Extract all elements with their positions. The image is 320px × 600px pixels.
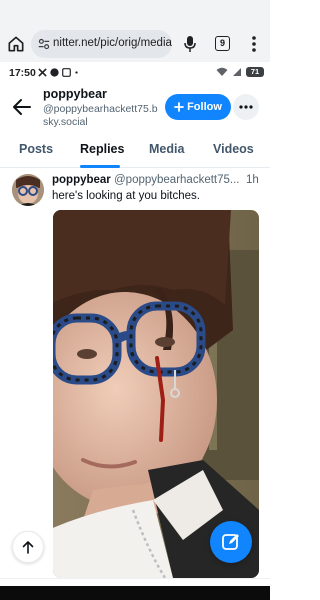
status-bar: 17:50 71 (0, 62, 270, 84)
mic-icon[interactable] (183, 35, 197, 53)
address-bar[interactable]: nitter.net/pic/orig/media (31, 30, 172, 58)
notification-icons (38, 68, 79, 77)
compose-button[interactable] (210, 521, 252, 563)
wifi-icon (216, 67, 228, 76)
more-options-button[interactable] (233, 94, 259, 120)
home-icon[interactable] (6, 34, 26, 54)
gallery-icon (62, 68, 71, 77)
signal-icon (233, 68, 241, 76)
arrow-up-icon (22, 541, 34, 554)
browser-toolbar: nitter.net/pic/orig/media 9 (0, 0, 270, 62)
post-meta: poppybear @poppybearhackett75... (52, 174, 264, 186)
dot-icon (75, 71, 78, 74)
post-time[interactable]: 1h (246, 174, 259, 186)
system-icons: 71 (216, 67, 264, 77)
ellipsis-icon (239, 105, 253, 109)
system-nav-bar (0, 586, 270, 600)
follow-label: Follow (187, 101, 222, 113)
tab-switcher-button[interactable]: 9 (215, 36, 230, 51)
tab-media[interactable]: Media (149, 142, 184, 156)
plus-icon (174, 102, 184, 112)
post-handle[interactable]: @poppybearhackett75... (114, 174, 239, 186)
profile-handle: @poppybearhackett75.bsky.social (43, 103, 158, 128)
profile-tabs: Posts Replies Media Videos (0, 132, 270, 168)
clock: 17:50 (9, 67, 36, 79)
post-text: here's looking at you bitches. (52, 190, 200, 202)
x-icon (38, 68, 47, 77)
tune-icon[interactable] (37, 37, 51, 51)
post[interactable]: poppybear @poppybearhackett75... 1h here… (0, 168, 270, 578)
avatar[interactable] (12, 174, 44, 206)
more-vert-icon[interactable] (250, 34, 258, 54)
battery-indicator: 71 (246, 67, 264, 77)
tab-videos[interactable]: Videos (213, 142, 254, 156)
post-author[interactable]: poppybear (52, 174, 111, 186)
scroll-to-top-button[interactable] (12, 531, 44, 563)
tab-replies[interactable]: Replies (80, 142, 124, 156)
arrow-left-icon[interactable] (12, 98, 32, 116)
url-text: nitter.net/pic/orig/media (53, 37, 172, 49)
profile-name: poppybear (43, 87, 107, 101)
profile-header: poppybear @poppybearhackett75.bsky.socia… (0, 84, 270, 130)
tab-posts[interactable]: Posts (19, 142, 53, 156)
avatar-image (12, 174, 44, 206)
facebook-icon (50, 68, 59, 77)
compose-icon (222, 534, 239, 550)
follow-button[interactable]: Follow (165, 94, 231, 120)
